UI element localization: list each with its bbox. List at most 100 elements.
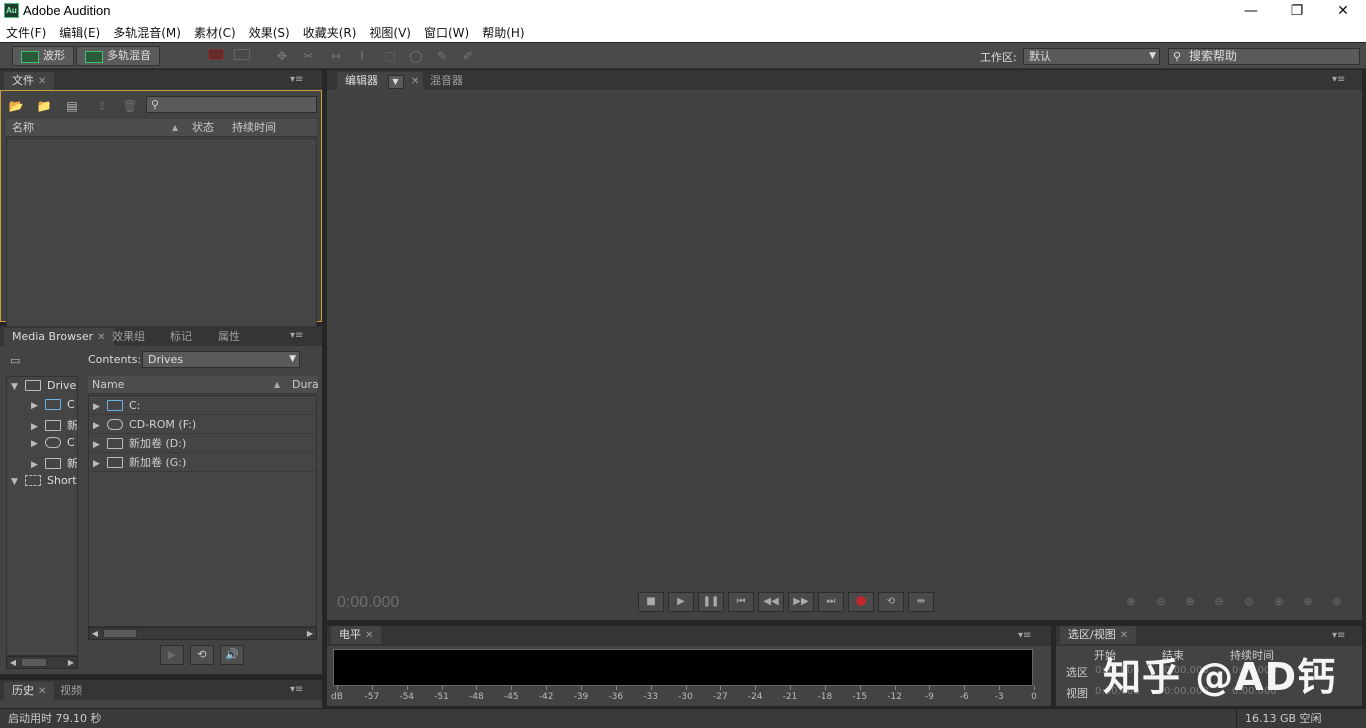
move-tool-icon[interactable]: ✥	[274, 48, 290, 64]
tab-level-meter[interactable]: 电平 ✕	[331, 626, 382, 644]
skip-selection-button[interactable]: ⇹	[908, 592, 934, 612]
menu-clip[interactable]: 素材(C)	[194, 24, 243, 41]
menu-edit[interactable]: 编辑(E)	[59, 24, 107, 41]
close-button[interactable]: ✕	[1320, 0, 1366, 22]
close-icon[interactable]: ✕	[1120, 630, 1128, 641]
editor-canvas[interactable]	[327, 90, 1362, 620]
close-icon[interactable]: ✕	[38, 76, 46, 87]
stop-button[interactable]: ■	[638, 592, 664, 612]
zoom-in-at-end-icon[interactable]: ⊕	[1299, 595, 1317, 611]
tree-item-drives[interactable]: ▼ Drives	[11, 379, 77, 392]
tab-history[interactable]: 历史 ✕	[4, 682, 55, 700]
zoom-in-at-start-icon[interactable]: ⊕	[1270, 595, 1288, 611]
panel-menu-icon[interactable]: ▾≡	[290, 74, 303, 85]
autoplay-speaker-button[interactable]: 🔊	[220, 645, 244, 665]
panel-menu-icon[interactable]: ▾≡	[1018, 630, 1031, 641]
panel-menu-icon[interactable]: ▾≡	[290, 330, 303, 341]
zoom-selection-icon[interactable]: ⊛	[1328, 595, 1346, 611]
tab-media-browser[interactable]: Media Browser ✕	[4, 328, 114, 346]
column-status[interactable]: 状态	[192, 119, 214, 137]
list-item[interactable]: ▶ 新加卷 (D:)	[89, 434, 316, 453]
list-item[interactable]: ▶ 新加卷 (G:)	[89, 453, 316, 472]
waveform-mode-button[interactable]: 波形	[12, 46, 74, 66]
workspace-dropdown[interactable]: 默认 ▼	[1023, 48, 1160, 65]
menu-multitrack[interactable]: 多轨混音(M)	[113, 24, 188, 41]
list-item[interactable]: ▶ CD-ROM (F:)	[89, 415, 316, 434]
tab-mixer[interactable]: 混音器	[422, 72, 471, 90]
import-file-icon[interactable]: 📁	[36, 98, 52, 114]
fast-forward-button[interactable]: ▶▶	[788, 592, 814, 612]
go-to-end-button[interactable]: ⏭	[818, 592, 844, 612]
close-icon[interactable]: ✕	[38, 686, 46, 697]
contents-dropdown[interactable]: Drives ▼	[142, 351, 300, 368]
zoom-in-time-icon[interactable]: ⊕	[1181, 595, 1199, 611]
zoom-out-amplitude-icon[interactable]: ⊖	[1152, 595, 1170, 611]
drives-scrollbar[interactable]: ◀ ▶	[88, 627, 317, 640]
tab-files[interactable]: 文件 ✕	[4, 72, 55, 90]
insert-icon[interactable]: ⇪	[94, 98, 110, 114]
menu-file[interactable]: 文件(F)	[6, 24, 53, 41]
zoom-out-full-icon[interactable]: ⊘	[1240, 595, 1258, 611]
tab-markers[interactable]: 标记	[162, 328, 200, 346]
panel-menu-icon[interactable]: ▾≡	[290, 684, 303, 695]
new-file-icon[interactable]: ▤	[64, 98, 80, 114]
loop-button[interactable]: ⟲	[190, 645, 214, 665]
menu-view[interactable]: 视图(V)	[369, 24, 418, 41]
scroll-right-icon[interactable]: ▶	[65, 657, 77, 668]
tab-properties[interactable]: 属性	[210, 328, 248, 346]
tree-scrollbar[interactable]: ◀ ▶	[6, 656, 78, 669]
minimize-button[interactable]: —	[1228, 0, 1274, 22]
column-duration[interactable]: 持续时间	[232, 119, 276, 137]
files-search-input[interactable]: ⚲	[146, 96, 317, 113]
marquee-tool-icon[interactable]: ⬚	[382, 48, 398, 64]
play-button[interactable]: ▶	[160, 645, 184, 665]
zoom-in-amplitude-icon[interactable]: ⊕	[1122, 595, 1140, 611]
lasso-tool-icon[interactable]: ◯	[408, 48, 424, 64]
rewind-button[interactable]: ◀◀	[758, 592, 784, 612]
pause-button[interactable]: ❚❚	[698, 592, 724, 612]
zoom-out-time-icon[interactable]: ⊖	[1210, 595, 1228, 611]
multitrack-mode-button[interactable]: 多轨混音	[76, 46, 160, 66]
menu-favorites[interactable]: 收藏夹(R)	[303, 24, 364, 41]
scroll-thumb[interactable]	[103, 629, 137, 638]
scroll-left-icon[interactable]: ◀	[89, 628, 101, 639]
scroll-left-icon[interactable]: ◀	[7, 657, 19, 668]
tree-item-new-volume[interactable]: ▶ 新	[31, 417, 77, 433]
tab-selection-view[interactable]: 选区/视图 ✕	[1060, 626, 1137, 644]
spot-healing-tool-icon[interactable]: ✐	[460, 48, 476, 64]
play-button[interactable]: ▶	[668, 592, 694, 612]
drive-list-icon[interactable]: ▭	[10, 354, 26, 367]
tree-item-new-volume-2[interactable]: ▶ 新	[31, 455, 77, 471]
tab-video[interactable]: 视频	[52, 682, 90, 700]
chevron-down-icon[interactable]: ▼	[387, 75, 404, 89]
list-item[interactable]: ▶ C:	[89, 396, 316, 415]
close-icon[interactable]: ✕	[411, 76, 419, 87]
time-selection-tool-icon[interactable]: I	[354, 48, 370, 64]
go-to-start-button[interactable]: ⏮	[728, 592, 754, 612]
search-help-input[interactable]: ⚲ 搜索帮助	[1168, 48, 1360, 65]
open-folder-icon[interactable]: 📂	[8, 98, 24, 114]
scroll-right-icon[interactable]: ▶	[304, 628, 316, 639]
column-name[interactable]: 名称	[12, 119, 34, 137]
close-icon[interactable]: ✕	[365, 630, 373, 641]
loop-playback-button[interactable]: ⟲	[878, 592, 904, 612]
menu-effects[interactable]: 效果(S)	[249, 24, 297, 41]
column-name[interactable]: Name	[92, 376, 124, 394]
menu-window[interactable]: 窗口(W)	[424, 24, 476, 41]
tab-effects-rack[interactable]: 效果组	[104, 328, 153, 346]
razor-tool-icon[interactable]: ✂	[300, 48, 316, 64]
tab-editor[interactable]: 编辑器 ▼ ✕	[337, 72, 424, 90]
spectral-pitch-icon[interactable]	[234, 48, 250, 64]
panel-menu-icon[interactable]: ▾≡	[1332, 74, 1345, 85]
menu-help[interactable]: 帮助(H)	[482, 24, 531, 41]
brush-tool-icon[interactable]: ✎	[434, 48, 450, 64]
spectral-frequency-icon[interactable]	[208, 48, 224, 64]
tree-item-cdrom[interactable]: ▶ C	[31, 436, 75, 449]
column-duration[interactable]: Dura	[292, 376, 319, 394]
tree-item-shortcuts[interactable]: ▼ Shorto	[11, 474, 77, 487]
tree-item-c[interactable]: ▶ C	[31, 398, 75, 411]
record-button[interactable]	[848, 592, 874, 612]
restore-button[interactable]: ❐	[1274, 0, 1320, 22]
trash-icon[interactable]: 🗑	[122, 98, 138, 114]
scroll-thumb[interactable]	[21, 658, 47, 667]
